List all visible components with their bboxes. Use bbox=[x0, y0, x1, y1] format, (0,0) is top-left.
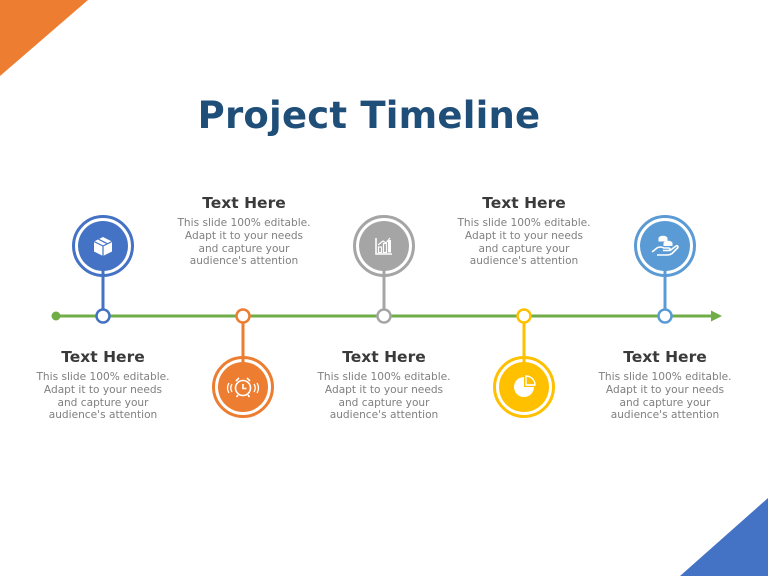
timeline-arrowhead bbox=[711, 310, 722, 322]
milestone-2 bbox=[212, 308, 274, 418]
milestone-1 bbox=[72, 215, 134, 324]
timeline-start-dot bbox=[51, 311, 61, 321]
milestone-3-text: Text Here This slide 100% editable. Adap… bbox=[314, 348, 454, 422]
milestone-2-text: Text Here This slide 100% editable. Adap… bbox=[174, 194, 314, 268]
milestone-5 bbox=[634, 215, 696, 324]
milestone-5-text: Text Here This slide 100% editable. Adap… bbox=[595, 348, 735, 422]
milestone-node bbox=[657, 308, 673, 324]
milestone-heading: Text Here bbox=[61, 348, 145, 366]
milestone-heading: Text Here bbox=[202, 194, 286, 212]
milestone-description: This slide 100% editable. Adapt it to yo… bbox=[36, 371, 170, 422]
milestone-node bbox=[95, 308, 111, 324]
milestone-node bbox=[516, 308, 532, 324]
milestone-3 bbox=[353, 215, 415, 324]
milestone-1-text: Text Here This slide 100% editable. Adap… bbox=[33, 348, 173, 422]
milestone-4-text: Text Here This slide 100% editable. Adap… bbox=[454, 194, 594, 268]
milestone-heading: Text Here bbox=[623, 348, 707, 366]
milestone-description: This slide 100% editable. Adapt it to yo… bbox=[457, 217, 591, 268]
milestone-node bbox=[376, 308, 392, 324]
milestone-description: This slide 100% editable. Adapt it to yo… bbox=[598, 371, 732, 422]
timeline-diagram bbox=[51, 215, 722, 418]
milestone-description: This slide 100% editable. Adapt it to yo… bbox=[177, 217, 311, 268]
milestone-4 bbox=[493, 308, 555, 418]
milestone-heading: Text Here bbox=[482, 194, 566, 212]
milestone-heading: Text Here bbox=[342, 348, 426, 366]
milestone-node bbox=[235, 308, 251, 324]
milestone-description: This slide 100% editable. Adapt it to yo… bbox=[317, 371, 451, 422]
